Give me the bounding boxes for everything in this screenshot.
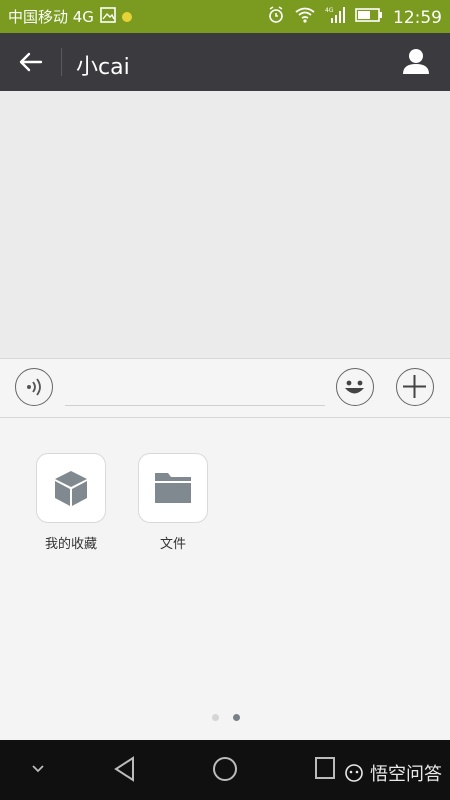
carrier-text: 中国移动 4G bbox=[8, 8, 94, 26]
home-circle-icon bbox=[213, 757, 237, 781]
nav-recent-button[interactable] bbox=[314, 756, 336, 784]
triangle-back-icon bbox=[114, 756, 134, 782]
back-button[interactable] bbox=[18, 49, 44, 75]
person-icon bbox=[403, 49, 429, 74]
hide-keyboard-button[interactable] bbox=[30, 760, 46, 780]
file-tile-box[interactable] bbox=[138, 453, 208, 523]
back-arrow-icon bbox=[19, 52, 43, 72]
page-dot bbox=[233, 714, 240, 721]
time-text: 12:59 bbox=[393, 7, 442, 28]
header-divider bbox=[61, 48, 62, 76]
page-indicator bbox=[212, 714, 240, 721]
net-label: 4G bbox=[325, 7, 334, 14]
square-recent-icon bbox=[315, 757, 335, 779]
page-dot bbox=[212, 714, 219, 721]
message-input[interactable] bbox=[65, 405, 325, 406]
battery-icon bbox=[355, 7, 383, 28]
chat-area[interactable] bbox=[0, 91, 450, 358]
gallery-icon bbox=[100, 6, 116, 27]
favorites-label: 我的收藏 bbox=[44, 537, 97, 552]
voice-button[interactable] bbox=[15, 368, 53, 406]
alarm-icon bbox=[267, 6, 285, 29]
more-button[interactable] bbox=[396, 368, 434, 406]
input-bar bbox=[0, 358, 450, 418]
plus-icon bbox=[403, 375, 426, 398]
smiley-icon bbox=[345, 380, 364, 394]
system-nav-bar: 悟空问答 bbox=[0, 740, 450, 800]
watermark-logo-icon bbox=[345, 764, 363, 782]
chevron-down-icon bbox=[32, 765, 44, 773]
favorites-tile[interactable]: 我的收藏 bbox=[36, 453, 106, 552]
cube-icon bbox=[55, 471, 87, 506]
status-right: 4G 12:59 bbox=[267, 6, 442, 29]
voice-icon bbox=[27, 378, 41, 396]
more-panel: 我的收藏 文件 bbox=[0, 418, 450, 740]
notification-dot-icon bbox=[121, 11, 132, 22]
status-bar: 中国移动 4G 4G 12:59 bbox=[0, 0, 450, 33]
chat-header: 小cai bbox=[0, 33, 450, 91]
emoji-button[interactable] bbox=[336, 368, 374, 406]
profile-button[interactable] bbox=[402, 47, 430, 75]
status-left: 中国移动 4G bbox=[8, 6, 132, 27]
folder-icon bbox=[155, 473, 191, 503]
file-tile[interactable]: 文件 bbox=[138, 453, 208, 552]
favorites-tile-box[interactable] bbox=[36, 453, 106, 523]
file-label: 文件 bbox=[159, 537, 186, 552]
page-title: 小cai bbox=[76, 55, 130, 80]
signal-icon: 4G bbox=[325, 6, 345, 29]
watermark-text: 悟空问答 bbox=[370, 764, 442, 785]
wifi-icon bbox=[295, 7, 315, 28]
nav-home-button[interactable] bbox=[212, 756, 238, 786]
watermark: 悟空问答 bbox=[344, 760, 442, 786]
nav-back-button[interactable] bbox=[113, 756, 137, 786]
